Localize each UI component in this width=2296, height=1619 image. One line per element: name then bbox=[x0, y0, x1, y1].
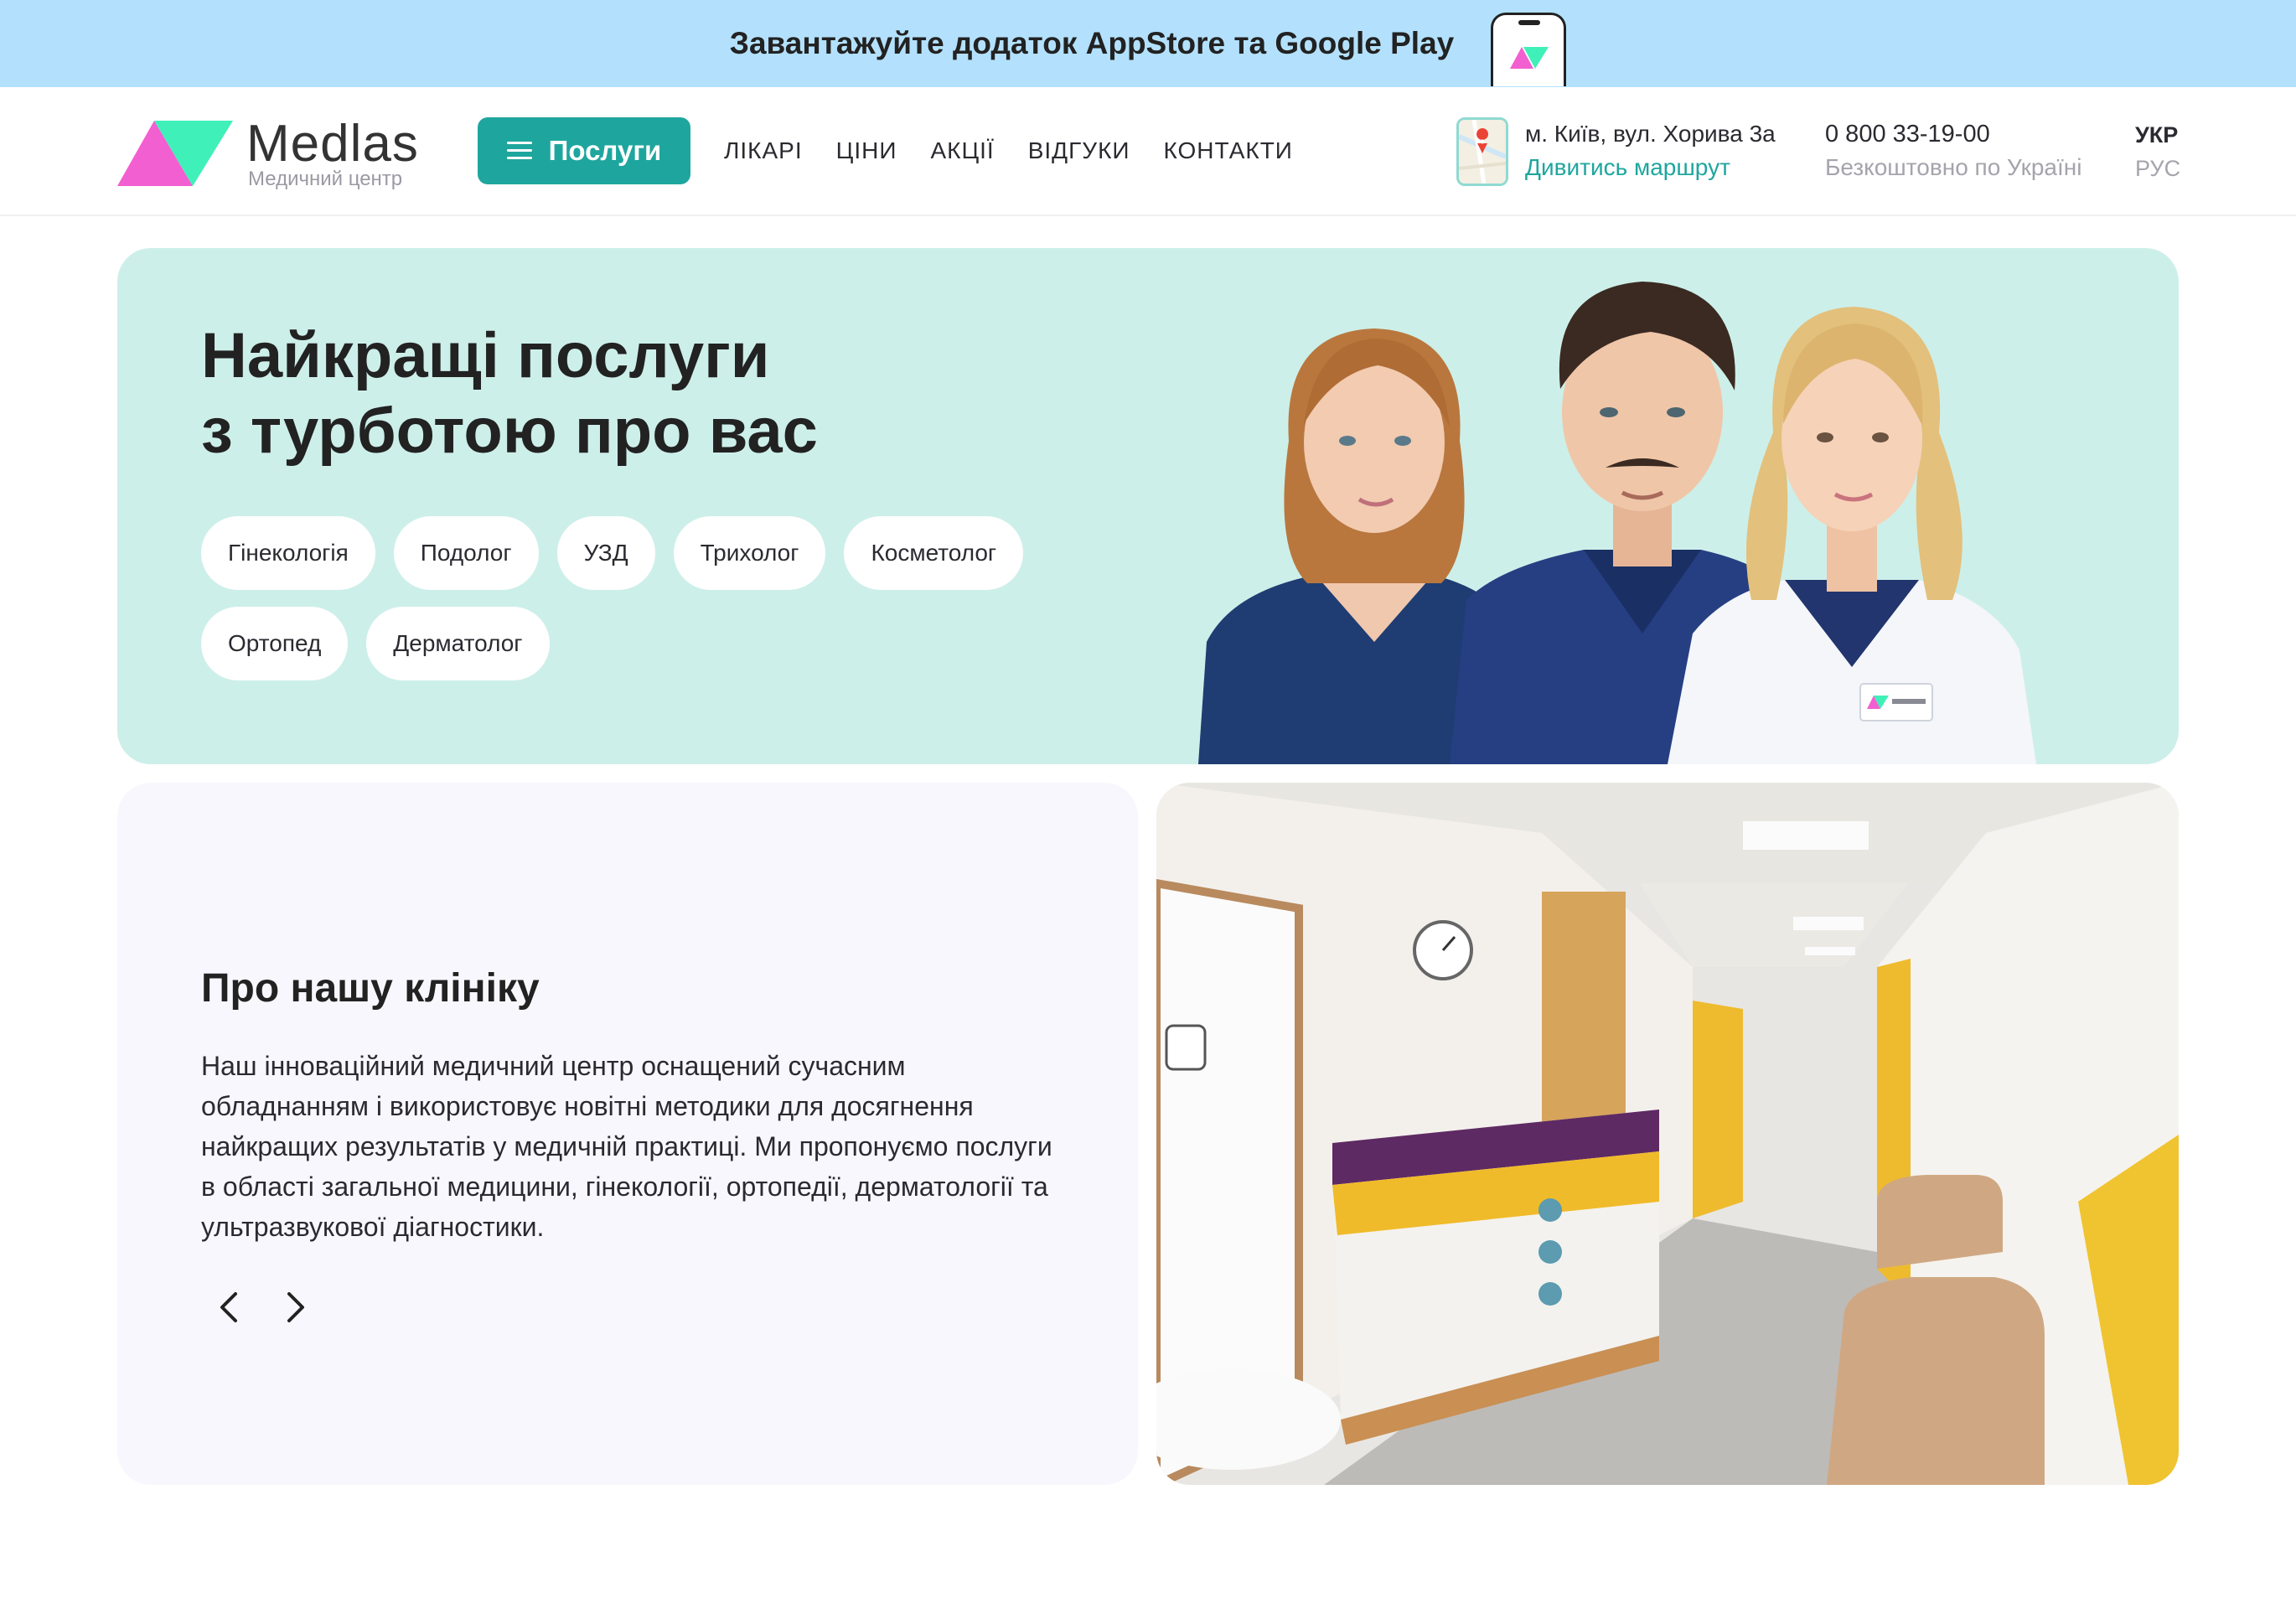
services-button[interactable]: Послуги bbox=[478, 117, 690, 184]
chevron-left-icon bbox=[220, 1292, 237, 1322]
hero-section: Найкращі послуги з турботою про вас Гіне… bbox=[117, 248, 2179, 764]
nav-doctors[interactable]: ЛІКАРІ bbox=[724, 137, 803, 164]
map-pin-icon[interactable] bbox=[1456, 117, 1508, 186]
services-button-label: Послуги bbox=[548, 135, 662, 166]
hero-title: Найкращі послуги з турботою про вас bbox=[201, 318, 818, 469]
language-rus[interactable]: РУС bbox=[2135, 156, 2180, 182]
phone-number[interactable]: 0 800 33-19-00 bbox=[1825, 121, 1990, 148]
next-slide-button[interactable] bbox=[275, 1282, 317, 1332]
menu-icon bbox=[506, 142, 532, 160]
chip-dermatologist[interactable]: Дерматолог bbox=[366, 607, 550, 680]
chip-cosmetologist[interactable]: Косметолог bbox=[844, 516, 1024, 590]
chip-orthopedist[interactable]: Ортопед bbox=[201, 607, 349, 680]
nav-promotions[interactable]: АКЦІЇ bbox=[930, 137, 994, 164]
clinic-interior-photo bbox=[1156, 783, 2179, 1485]
route-link[interactable]: Дивитись маршрут bbox=[1525, 154, 1730, 181]
about-card: Про нашу клініку Наш інноваційний медичн… bbox=[117, 783, 1138, 1485]
app-banner-text: Завантажуйте додаток AppStore та Google … bbox=[729, 26, 1455, 60]
nav-reviews[interactable]: ВІДГУКИ bbox=[1028, 137, 1130, 164]
language-ukr[interactable]: УКР bbox=[2135, 122, 2178, 148]
hero-title-line-1: Найкращі послуги bbox=[201, 320, 770, 391]
clinic-address: м. Київ, вул. Хорива 3а bbox=[1525, 121, 1776, 147]
about-title: Про нашу клініку bbox=[201, 966, 540, 1011]
nav-contacts[interactable]: КОНТАКТИ bbox=[1164, 137, 1293, 164]
app-download-banner[interactable]: Завантажуйте додаток AppStore та Google … bbox=[0, 0, 2296, 87]
logo-triangles-icon bbox=[117, 121, 233, 186]
service-chips: Гінекологія Подолог УЗД Трихолог Космето… bbox=[201, 516, 1089, 680]
phone-icon bbox=[1491, 13, 1567, 86]
chip-gynecology[interactable]: Гінекологія bbox=[201, 516, 375, 590]
about-text: Наш інноваційний медичний центр оснащени… bbox=[201, 1051, 1052, 1242]
doctors-photo bbox=[1198, 282, 2036, 764]
logo-name: Medlas bbox=[246, 115, 419, 173]
chip-podologist[interactable]: Подолог bbox=[393, 516, 539, 590]
nav-prices[interactable]: ЦІНИ bbox=[836, 137, 897, 164]
main-nav: ЛІКАРІ ЦІНИ АКЦІЇ ВІДГУКИ КОНТАКТИ bbox=[724, 137, 1293, 164]
chevron-right-icon bbox=[287, 1292, 304, 1322]
chip-ultrasound[interactable]: УЗД bbox=[556, 516, 655, 590]
site-header: Medlas Медичний центр Послуги ЛІКАРІ ЦІН… bbox=[0, 87, 2296, 216]
logo-subtitle: Медичний центр bbox=[248, 168, 403, 190]
prev-slide-button[interactable] bbox=[208, 1282, 250, 1332]
chip-trichologist[interactable]: Трихолог bbox=[673, 516, 826, 590]
hero-title-line-2: з турботою про вас bbox=[201, 396, 818, 467]
phone-note: Безкоштовно по Україні bbox=[1825, 154, 2082, 180]
